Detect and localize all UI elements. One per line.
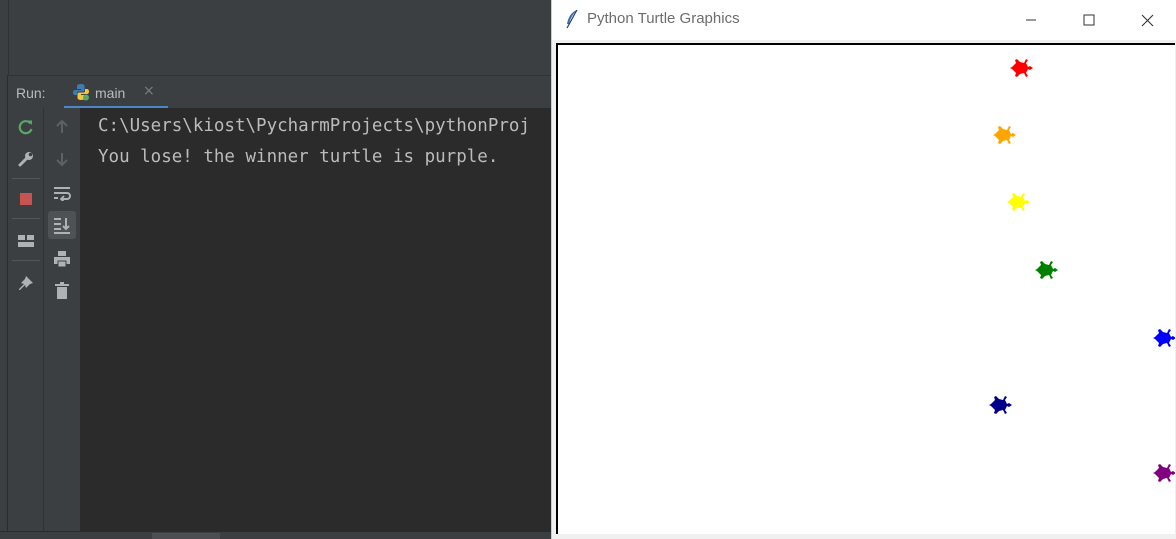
console-line-command: C:\Users\kiost\PycharmProjects\pythonPro… bbox=[98, 116, 530, 136]
toolbar-separator bbox=[12, 178, 40, 179]
minimize-button[interactable] bbox=[1002, 0, 1060, 40]
run-console-output[interactable]: C:\Users\kiost\PycharmProjects\pythonPro… bbox=[81, 108, 551, 531]
turtle-blue bbox=[1153, 329, 1175, 347]
layout-icon[interactable] bbox=[13, 228, 39, 254]
python-icon bbox=[73, 84, 89, 101]
run-label: Run: bbox=[16, 85, 46, 101]
turtle-purple bbox=[1153, 464, 1175, 482]
turtle-red bbox=[1010, 59, 1033, 77]
arrow-up-icon[interactable] bbox=[49, 114, 75, 140]
run-toolbar-primary bbox=[8, 108, 44, 531]
stop-icon[interactable] bbox=[13, 186, 39, 212]
feather-icon bbox=[566, 9, 578, 29]
horizontal-scrollbar[interactable] bbox=[0, 531, 551, 539]
soft-wrap-icon[interactable] bbox=[49, 180, 75, 206]
tool-window-strip bbox=[0, 75, 8, 539]
run-tool-window-header: Run: main × bbox=[8, 75, 551, 109]
rerun-icon[interactable] bbox=[13, 114, 39, 140]
scroll-to-end-icon[interactable] bbox=[48, 211, 76, 239]
scrollbar-thumb[interactable] bbox=[152, 533, 220, 539]
maximize-icon bbox=[1083, 14, 1095, 26]
console-line-result: You lose! the winner turtle is purple. bbox=[98, 147, 499, 167]
wrench-icon[interactable] bbox=[13, 146, 39, 172]
toolbar-separator bbox=[12, 260, 40, 261]
trash-icon[interactable] bbox=[49, 278, 75, 304]
close-tab-icon[interactable]: × bbox=[143, 83, 155, 99]
gutter-divider bbox=[8, 0, 9, 75]
turtle-orange bbox=[993, 126, 1016, 144]
close-button[interactable] bbox=[1118, 0, 1176, 40]
ide-editor-area bbox=[0, 0, 551, 75]
close-icon bbox=[1141, 14, 1153, 26]
tab-main[interactable]: main × bbox=[64, 76, 168, 109]
run-toolbar-secondary bbox=[44, 108, 81, 531]
turtle-canvas-frame bbox=[556, 43, 1175, 534]
minimize-icon bbox=[1026, 19, 1036, 21]
window-titlebar[interactable]: Python Turtle Graphics bbox=[552, 0, 1176, 40]
tab-main-label: main bbox=[95, 85, 126, 101]
toolbar-separator bbox=[12, 218, 40, 219]
turtle-darkblue bbox=[989, 396, 1012, 414]
pin-icon[interactable] bbox=[13, 270, 39, 296]
turtle-yellow bbox=[1007, 193, 1030, 211]
turtle-green bbox=[1035, 261, 1058, 279]
arrow-down-icon[interactable] bbox=[49, 146, 75, 172]
turtle-graphics-window: Python Turtle Graphics bbox=[551, 0, 1176, 539]
window-title: Python Turtle Graphics bbox=[587, 10, 740, 27]
turtle-canvas bbox=[989, 59, 1175, 482]
print-icon[interactable] bbox=[49, 246, 75, 272]
maximize-button[interactable] bbox=[1060, 0, 1118, 40]
